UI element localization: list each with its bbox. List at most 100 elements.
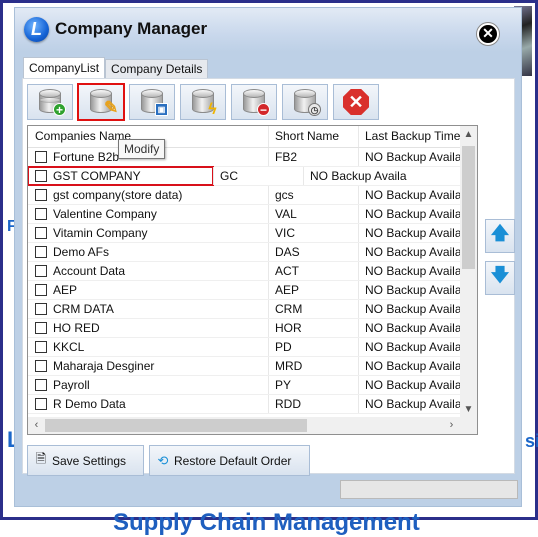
table-row[interactable]: gst company(store data) gcs NO Backup Avai…	[28, 186, 477, 205]
company-name-cell[interactable]: AEP	[28, 281, 268, 299]
close-icon[interactable]: ✕	[477, 23, 499, 45]
table-row[interactable]: Valentine Company VALNO Backup Available	[28, 205, 477, 224]
move-down-button[interactable]: 🡇	[485, 261, 515, 295]
row-checkbox[interactable]	[35, 322, 47, 334]
restore-default-order-button[interactable]: ⟲ Restore Default Order	[149, 445, 310, 476]
company-name: Account Data	[53, 264, 126, 278]
company-name: AEP	[53, 283, 78, 297]
arrow-down-icon: 🡇	[490, 265, 510, 285]
scrollbar-thumb[interactable]	[45, 419, 307, 432]
row-checkbox[interactable]	[35, 189, 47, 201]
table-row[interactable]: Maharaja Desginer MRDNO Backup Available	[28, 357, 477, 376]
company-name: Fortune B2b	[53, 150, 120, 164]
add-company-button[interactable]: +	[27, 84, 73, 120]
row-checkbox[interactable]	[35, 151, 47, 163]
company-name: Maharaja Desginer	[53, 359, 155, 373]
company-name-cell[interactable]: Valentine Company	[28, 205, 268, 223]
delete-company-button[interactable]: −	[231, 84, 277, 120]
short-name-cell: AEP	[268, 281, 358, 299]
last-backup-cell: NO Backup Available	[358, 224, 462, 242]
company-name-cell[interactable]: gst company(store data)	[28, 186, 268, 204]
company-name-cell[interactable]: Account Data	[28, 262, 268, 280]
row-checkbox[interactable]	[35, 246, 47, 258]
restore-company-button[interactable]: ϟ	[180, 84, 226, 120]
modify-company-button[interactable]: ✎	[77, 83, 125, 121]
short-name-cell: HOR	[268, 319, 358, 337]
table-row[interactable]: R Demo Data RDDNO Backup Available	[28, 395, 477, 414]
column-header-last-backup[interactable]: Last Backup Time	[358, 126, 462, 147]
row-checkbox[interactable]	[35, 284, 47, 296]
scrollbar-thumb[interactable]	[462, 146, 475, 269]
clock-icon: ◷	[308, 103, 321, 116]
scroll-right-icon[interactable]: ›	[443, 417, 460, 434]
last-backup-cell: NO Backup Available	[358, 186, 462, 204]
company-name: gst company(store data)	[53, 188, 183, 202]
company-list-panel: + ✎ ▣ ϟ − ◷ ✕ Companies Name Short Name …	[22, 78, 515, 476]
short-name-cell: FB2	[268, 148, 358, 166]
move-up-button[interactable]: 🡅	[485, 219, 515, 253]
company-manager-dialog: L Company Manager ✕ CompanyList Company …	[14, 7, 522, 507]
save-settings-label: Save Settings	[52, 453, 127, 468]
company-name-cell[interactable]: Vitamin Company	[28, 224, 268, 242]
row-checkbox[interactable]	[35, 341, 47, 353]
last-backup-cell: NO Backup Available	[358, 205, 462, 223]
scroll-down-icon[interactable]: ▼	[460, 401, 477, 418]
row-checkbox[interactable]	[35, 360, 47, 372]
company-name-cell[interactable]: HO RED	[28, 319, 268, 337]
row-checkbox[interactable]	[35, 265, 47, 277]
row-checkbox[interactable]	[35, 398, 47, 410]
row-checkbox[interactable]	[35, 170, 47, 182]
tab-bar: CompanyList Company Details	[23, 57, 209, 78]
table-row[interactable]: Account Data ACTNO Backup Available	[28, 262, 477, 281]
row-checkbox[interactable]	[35, 227, 47, 239]
column-header-short-name[interactable]: Short Name	[268, 126, 358, 147]
scroll-left-icon[interactable]: ‹	[28, 417, 45, 434]
pencil-icon: ✎	[104, 98, 119, 117]
company-name-cell[interactable]: Payroll	[28, 376, 268, 394]
table-row[interactable]: Vitamin Company VICNO Backup Available	[28, 224, 477, 243]
company-name-cell[interactable]: GST COMPANY	[28, 166, 214, 186]
row-checkbox[interactable]	[35, 379, 47, 391]
company-name: Payroll	[53, 378, 90, 392]
short-name-cell: ACT	[268, 262, 358, 280]
short-name-cell: RDD	[268, 395, 358, 413]
table-row[interactable]: AEPAEPNO Backup Available	[28, 281, 477, 300]
table-row[interactable]: KKCL PDNO Backup Available	[28, 338, 477, 357]
save-settings-button[interactable]: 🗎 Save Settings	[27, 445, 144, 476]
company-name-cell[interactable]: R Demo Data	[28, 395, 268, 413]
row-checkbox[interactable]	[35, 303, 47, 315]
table-body: Fortune B2bFB2NO Backup AvailableGST COM…	[28, 148, 477, 414]
company-name-cell[interactable]: CRM DATA	[28, 300, 268, 318]
backup-company-button[interactable]: ▣	[129, 84, 175, 120]
status-bar	[340, 480, 518, 499]
short-name-cell: VAL	[268, 205, 358, 223]
table-row[interactable]: CRM DATA CRMNO Backup Available	[28, 300, 477, 319]
short-name-cell: gcs	[268, 186, 358, 204]
company-name-cell[interactable]: Maharaja Desginer	[28, 357, 268, 375]
close-manager-button[interactable]: ✕	[333, 84, 379, 120]
row-checkbox[interactable]	[35, 208, 47, 220]
table-row[interactable]: Fortune B2b FB2NO Backup Available	[28, 148, 477, 167]
short-name-cell: MRD	[268, 357, 358, 375]
table-row[interactable]: Demo AFs DASNO Backup Available	[28, 243, 477, 262]
tab-company-details[interactable]: Company Details	[105, 59, 209, 78]
last-backup-cell: NO Backup Available	[358, 262, 462, 280]
last-backup-cell: NO Backup Available	[358, 395, 462, 413]
vertical-scrollbar[interactable]: ▲ ▼	[460, 126, 477, 418]
short-name-cell: PD	[268, 338, 358, 356]
company-name-cell[interactable]: Demo AFs	[28, 243, 268, 261]
last-backup-cell: NO Backup Available	[358, 376, 462, 394]
company-name: Demo AFs	[53, 245, 110, 259]
last-backup-cell: NO Backup Available	[303, 167, 407, 185]
table-row[interactable]: Payroll PYNO Backup Available	[28, 376, 477, 395]
title-bar[interactable]: L Company Manager ✕	[15, 8, 521, 52]
tab-company-list[interactable]: CompanyList	[23, 57, 106, 78]
company-name-cell[interactable]: KKCL	[28, 338, 268, 356]
backup-history-button[interactable]: ◷	[282, 84, 328, 120]
last-backup-cell: NO Backup Available	[358, 300, 462, 318]
restore-default-order-label: Restore Default Order	[174, 453, 292, 468]
table-row[interactable]: HO RED HORNO Backup Available	[28, 319, 477, 338]
horizontal-scrollbar[interactable]: ‹ ›	[28, 417, 477, 434]
scroll-up-icon[interactable]: ▲	[460, 126, 477, 143]
table-row[interactable]: GST COMPANY GCNO Backup Available	[28, 166, 477, 186]
